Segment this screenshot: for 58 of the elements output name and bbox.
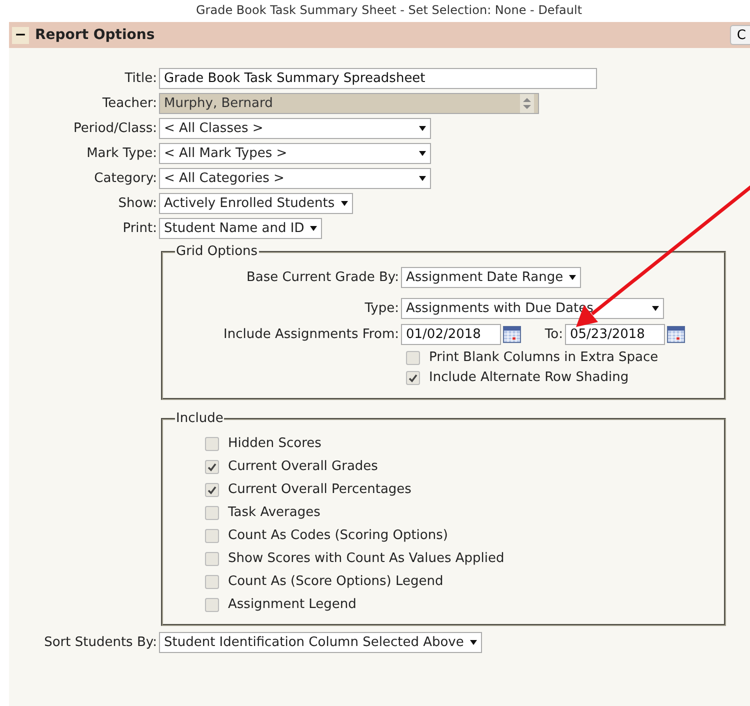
field-label: Mark Type: (86, 146, 157, 161)
side-button[interactable]: C (730, 25, 750, 45)
checkbox[interactable] (205, 482, 219, 496)
field-label: Category: (93, 171, 157, 186)
dropdown-caret-icon (652, 305, 659, 312)
dropdown[interactable]: Student Name and ID (159, 218, 322, 239)
checkbox-label: Show Scores with Count As Values Applied (228, 551, 504, 566)
date-field[interactable]: 05/23/2018 (565, 324, 665, 345)
checkbox-label: Hidden Scores (228, 436, 322, 451)
field-label: Type: (364, 301, 399, 316)
field-label: Teacher: (101, 96, 157, 111)
page-heading: Grade Book Task Summary Sheet - Set Selection: None - Default (195, 2, 584, 19)
spinner-arrows-icon (523, 97, 531, 110)
checkbox-label: Current Overall Grades (228, 459, 378, 474)
checkbox[interactable] (205, 506, 219, 520)
field-label: Base Current Grade By: (245, 270, 399, 285)
date-field[interactable]: 01/02/2018 (401, 324, 501, 345)
checkbox-label: Count As Codes (Scoring Options) (228, 528, 448, 543)
dropdown-caret-icon (569, 274, 576, 281)
field-label: Sort Students By: (43, 635, 157, 650)
collapse-toggle[interactable]: − (12, 26, 29, 44)
checkbox[interactable] (205, 436, 219, 450)
dropdown[interactable]: < All Categories > (159, 168, 431, 189)
checkbox[interactable] (406, 370, 420, 384)
dropdown[interactable]: < All Classes > (159, 118, 431, 139)
checkbox-label: Current Overall Percentages (228, 482, 412, 497)
checkbox[interactable] (205, 598, 219, 612)
input-field[interactable]: Grade Book Task Summary Spreadsheet (159, 68, 597, 89)
dropdown-caret-icon (340, 200, 348, 207)
field-label: Title: (124, 71, 157, 86)
dropdown[interactable]: < All Mark Types > (159, 143, 431, 164)
dropdown[interactable]: Actively Enrolled Students (159, 193, 353, 214)
calendar-icon[interactable] (667, 326, 685, 343)
field-label: Show: (117, 196, 157, 211)
dropdown-caret-icon (310, 225, 318, 232)
field-label: Include Assignments From: (222, 327, 399, 342)
dropdown-caret-icon (419, 150, 426, 157)
checkbox-label: Include Alternate Row Shading (429, 370, 629, 385)
field-label: Period/Class: (72, 121, 157, 136)
checkbox[interactable] (205, 552, 219, 566)
field-label: Print: (122, 221, 157, 236)
checkbox[interactable] (406, 350, 420, 364)
checkbox[interactable] (205, 574, 219, 588)
section-title: Report Options (35, 27, 156, 43)
group-legend: Grid Options (175, 244, 259, 260)
checkbox-label: Print Blank Columns in Extra Space (429, 350, 658, 365)
dropdown[interactable]: Student Identification Column Selected Above (159, 632, 482, 653)
calendar-icon[interactable] (503, 326, 521, 343)
dropdown-caret-icon (470, 639, 477, 646)
dropdown-caret-icon (419, 125, 426, 132)
field-label: To: (544, 327, 563, 342)
checkbox[interactable] (205, 460, 219, 474)
dropdown[interactable]: Assignment Date Range (401, 267, 582, 288)
checkbox-label: Task Averages (228, 505, 320, 520)
checkbox-label: Assignment Legend (228, 597, 356, 612)
checkbox[interactable] (205, 528, 219, 542)
checkbox-label: Count As (Score Options) Legend (228, 574, 444, 589)
dropdown-caret-icon (419, 175, 426, 182)
